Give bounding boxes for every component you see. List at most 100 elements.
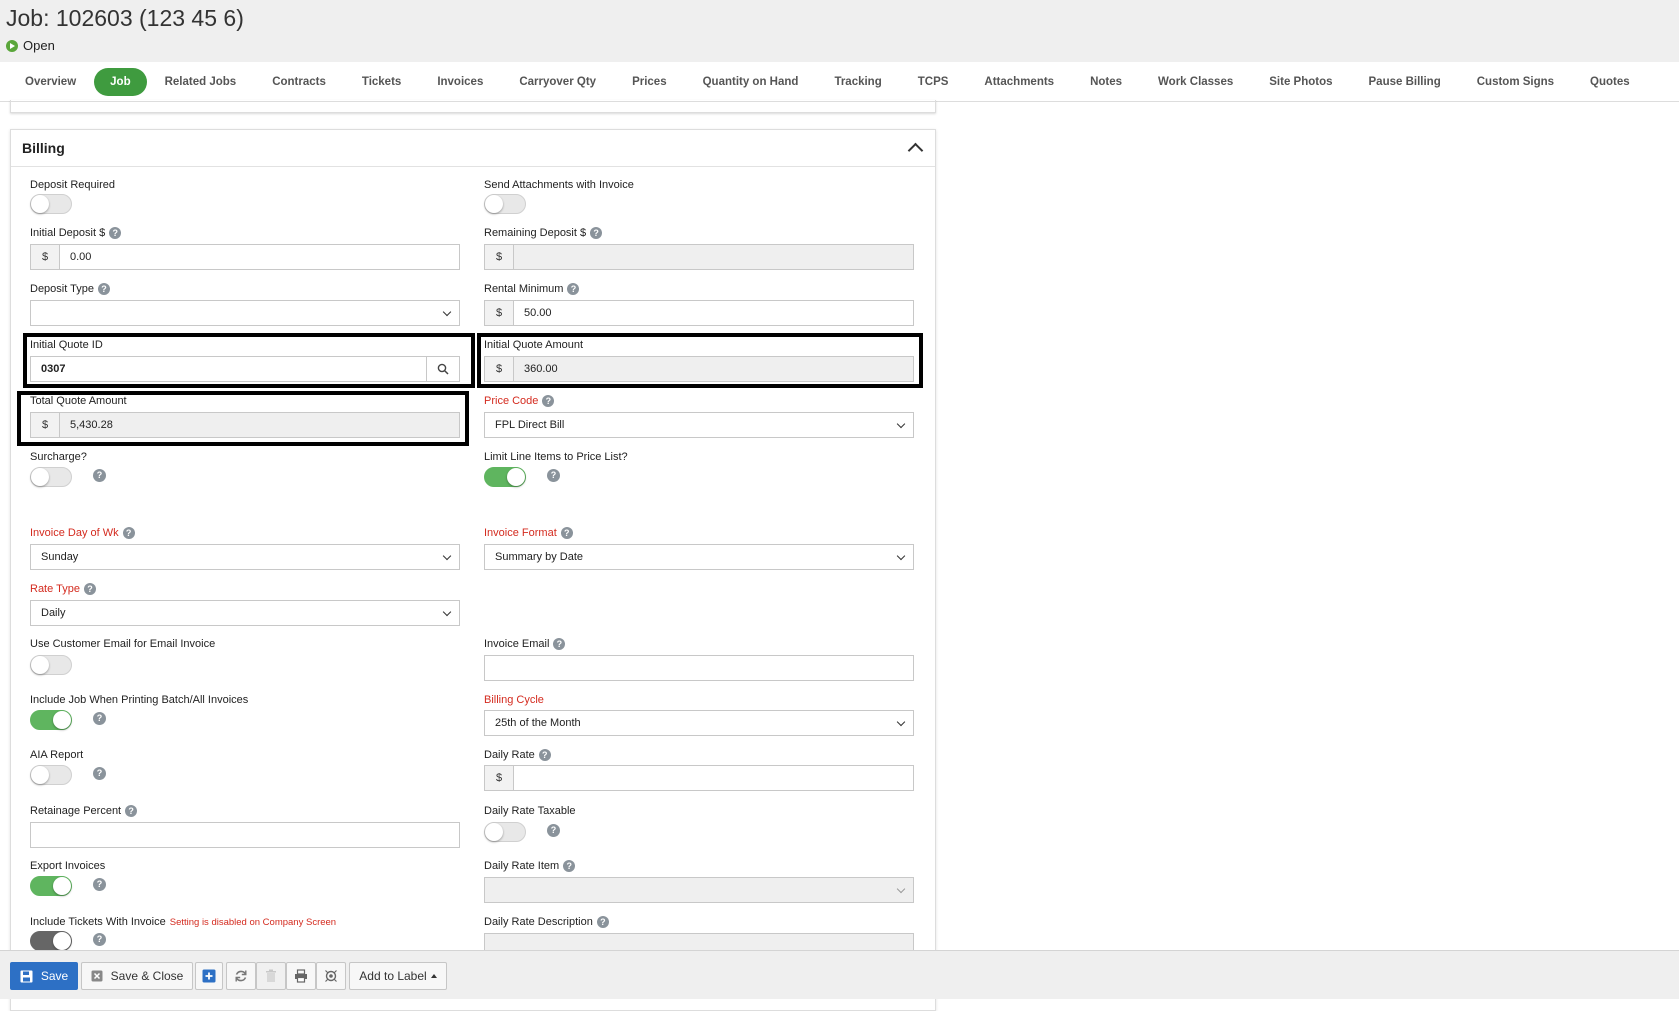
tab-prices[interactable]: Prices	[614, 68, 685, 96]
deposit-type-select[interactable]	[30, 300, 460, 326]
add-new-button[interactable]	[195, 962, 223, 990]
help-icon[interactable]: ?	[542, 395, 555, 407]
help-icon[interactable]: ?	[125, 805, 138, 817]
include-job-printing-toggle[interactable]	[30, 710, 72, 730]
delete-button[interactable]	[256, 962, 286, 990]
deposit-required-toggle[interactable]	[30, 194, 72, 214]
tab-job[interactable]: Job	[94, 67, 147, 96]
invoice-email-label: Invoice Email?	[484, 638, 566, 650]
surcharge-label: Surcharge?	[30, 451, 87, 463]
deposit-required-label: Deposit Required	[30, 179, 115, 191]
tab-tcps[interactable]: TCPS	[900, 68, 967, 96]
trash-icon	[266, 969, 276, 982]
help-icon[interactable]: ?	[98, 283, 111, 295]
tab-carryover-qty[interactable]: Carryover Qty	[501, 68, 614, 96]
chevron-down-icon	[442, 551, 452, 561]
export-invoices-toggle[interactable]	[30, 876, 72, 896]
help-icon[interactable]: ?	[93, 767, 106, 780]
billing-cycle-label: Billing Cycle	[484, 694, 544, 706]
help-icon[interactable]: ?	[93, 878, 106, 891]
deposit-type-label: Deposit Type?	[30, 283, 111, 295]
daily-rate-field[interactable]: $	[484, 765, 914, 791]
help-icon[interactable]: ?	[122, 527, 135, 539]
rental-minimum-label: Rental Minimum?	[484, 283, 580, 295]
help-icon[interactable]: ?	[563, 860, 576, 872]
send-attachments-label: Send Attachments with Invoice	[484, 179, 634, 191]
floppy-disk-icon	[20, 970, 33, 982]
printer-icon	[295, 969, 307, 983]
send-attachments-toggle[interactable]	[484, 194, 526, 214]
add-to-label-dropdown[interactable]: Add to Label	[349, 962, 447, 990]
tab-work-classes[interactable]: Work Classes	[1140, 68, 1251, 96]
billing-cycle-select[interactable]: 25th of the Month	[484, 710, 914, 736]
footer-toolbar: Save Save & Close Add to Label	[0, 950, 1679, 999]
include-tickets-note: Setting is disabled on Company Screen	[169, 916, 337, 928]
tab-site-photos[interactable]: Site Photos	[1251, 68, 1350, 96]
use-customer-email-toggle[interactable]	[30, 655, 72, 675]
save-close-button[interactable]: Save & Close	[81, 962, 193, 990]
aia-report-toggle[interactable]	[30, 765, 72, 785]
export-invoices-label: Export Invoices	[30, 860, 106, 872]
initial-deposit-label: Initial Deposit $?	[30, 227, 122, 239]
retainage-percent-field[interactable]	[30, 822, 460, 848]
daily-rate-taxable-toggle[interactable]	[484, 822, 526, 842]
help-icon[interactable]: ?	[547, 824, 560, 837]
price-code-select[interactable]: FPL Direct Bill	[484, 412, 914, 438]
help-icon[interactable]: ?	[596, 916, 609, 928]
rate-type-select[interactable]: Daily	[30, 600, 460, 626]
tab-quotes[interactable]: Quotes	[1572, 68, 1648, 96]
invoice-day-label: Invoice Day of Wk?	[30, 527, 135, 539]
billing-card: Billing Deposit Required Send Attachment…	[10, 129, 936, 1011]
print-preview-icon	[325, 970, 337, 982]
tab-related-jobs[interactable]: Related Jobs	[147, 68, 255, 96]
help-icon[interactable]: ?	[590, 227, 603, 239]
help-icon[interactable]: ?	[109, 227, 122, 239]
status-indicator: Open	[6, 38, 55, 53]
total-quote-amount-field: $5,430.28	[30, 412, 460, 438]
refresh-button[interactable]	[226, 962, 256, 990]
help-icon[interactable]: ?	[93, 712, 106, 725]
tab-tracking[interactable]: Tracking	[816, 68, 899, 96]
invoice-format-select[interactable]: Summary by Date	[484, 544, 914, 570]
print-button[interactable]	[286, 962, 316, 990]
tab-tickets[interactable]: Tickets	[344, 68, 419, 96]
include-job-printing-label: Include Job When Printing Batch/All Invo…	[30, 694, 249, 706]
limit-line-items-toggle[interactable]	[484, 467, 526, 487]
tab-notes[interactable]: Notes	[1072, 68, 1140, 96]
help-icon[interactable]: ?	[553, 638, 566, 650]
remaining-deposit-field: $	[484, 244, 914, 270]
chevron-down-icon	[896, 717, 906, 727]
chevron-up-icon[interactable]	[907, 142, 924, 159]
initial-deposit-field[interactable]: $0.00	[30, 244, 460, 270]
help-icon[interactable]: ?	[547, 469, 560, 482]
tab-pause-billing[interactable]: Pause Billing	[1351, 68, 1459, 96]
tab-quantity-on-hand[interactable]: Quantity on Hand	[685, 68, 817, 96]
daily-rate-label: Daily Rate?	[484, 749, 551, 761]
help-icon[interactable]: ?	[538, 749, 551, 761]
rental-minimum-field[interactable]: $50.00	[484, 300, 914, 326]
tab-custom-signs[interactable]: Custom Signs	[1459, 68, 1572, 96]
save-button[interactable]: Save	[10, 962, 78, 990]
page-header: Job: 102603 (123 45 6) Open	[0, 0, 1679, 62]
include-tickets-toggle[interactable]	[30, 931, 72, 951]
invoice-email-field[interactable]	[484, 655, 914, 681]
tab-invoices[interactable]: Invoices	[419, 68, 501, 96]
invoice-format-label: Invoice Format?	[484, 527, 573, 539]
chevron-down-icon	[896, 419, 906, 429]
help-icon[interactable]: ?	[93, 469, 106, 482]
help-icon[interactable]: ?	[560, 527, 573, 539]
tab-overview[interactable]: Overview	[7, 68, 94, 96]
help-icon[interactable]: ?	[83, 583, 96, 595]
tab-contracts[interactable]: Contracts	[254, 68, 344, 96]
daily-rate-item-select	[484, 877, 914, 903]
daily-rate-taxable-label: Daily Rate Taxable	[484, 805, 576, 817]
preview-button[interactable]	[316, 962, 346, 990]
page-title: Job: 102603 (123 45 6)	[6, 5, 244, 31]
help-icon[interactable]: ?	[93, 933, 106, 946]
help-icon[interactable]: ?	[567, 283, 580, 295]
invoice-day-select[interactable]: Sunday	[30, 544, 460, 570]
tab-attachments[interactable]: Attachments	[966, 68, 1072, 96]
billing-card-header[interactable]: Billing	[11, 130, 935, 167]
surcharge-toggle[interactable]	[30, 467, 72, 487]
daily-rate-item-label: Daily Rate Item?	[484, 860, 576, 872]
